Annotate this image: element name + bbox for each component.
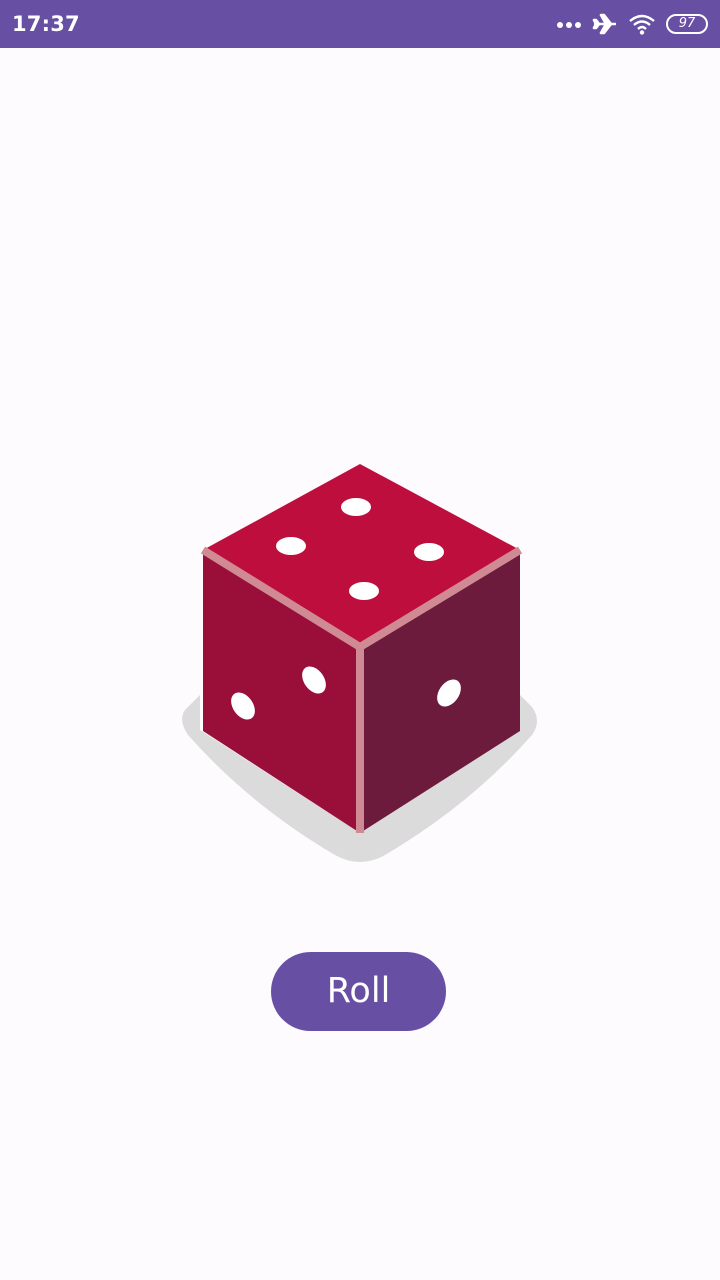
dice-icon	[182, 464, 537, 862]
wifi-icon	[629, 14, 655, 35]
status-bar: 17:37 97	[0, 0, 720, 48]
dice-pip	[349, 582, 379, 600]
battery-icon: 97	[666, 14, 708, 34]
roll-button[interactable]: Roll	[271, 952, 446, 1031]
status-icons: 97	[556, 10, 708, 38]
dice-image	[170, 455, 550, 875]
more-dots-icon	[557, 22, 581, 28]
dice-pip	[341, 498, 371, 516]
dice-pip	[414, 543, 444, 561]
dice-pip	[276, 537, 306, 555]
status-time: 17:37	[12, 12, 80, 36]
battery-level: 97	[678, 16, 696, 31]
airplane-mode-icon	[592, 13, 616, 35]
